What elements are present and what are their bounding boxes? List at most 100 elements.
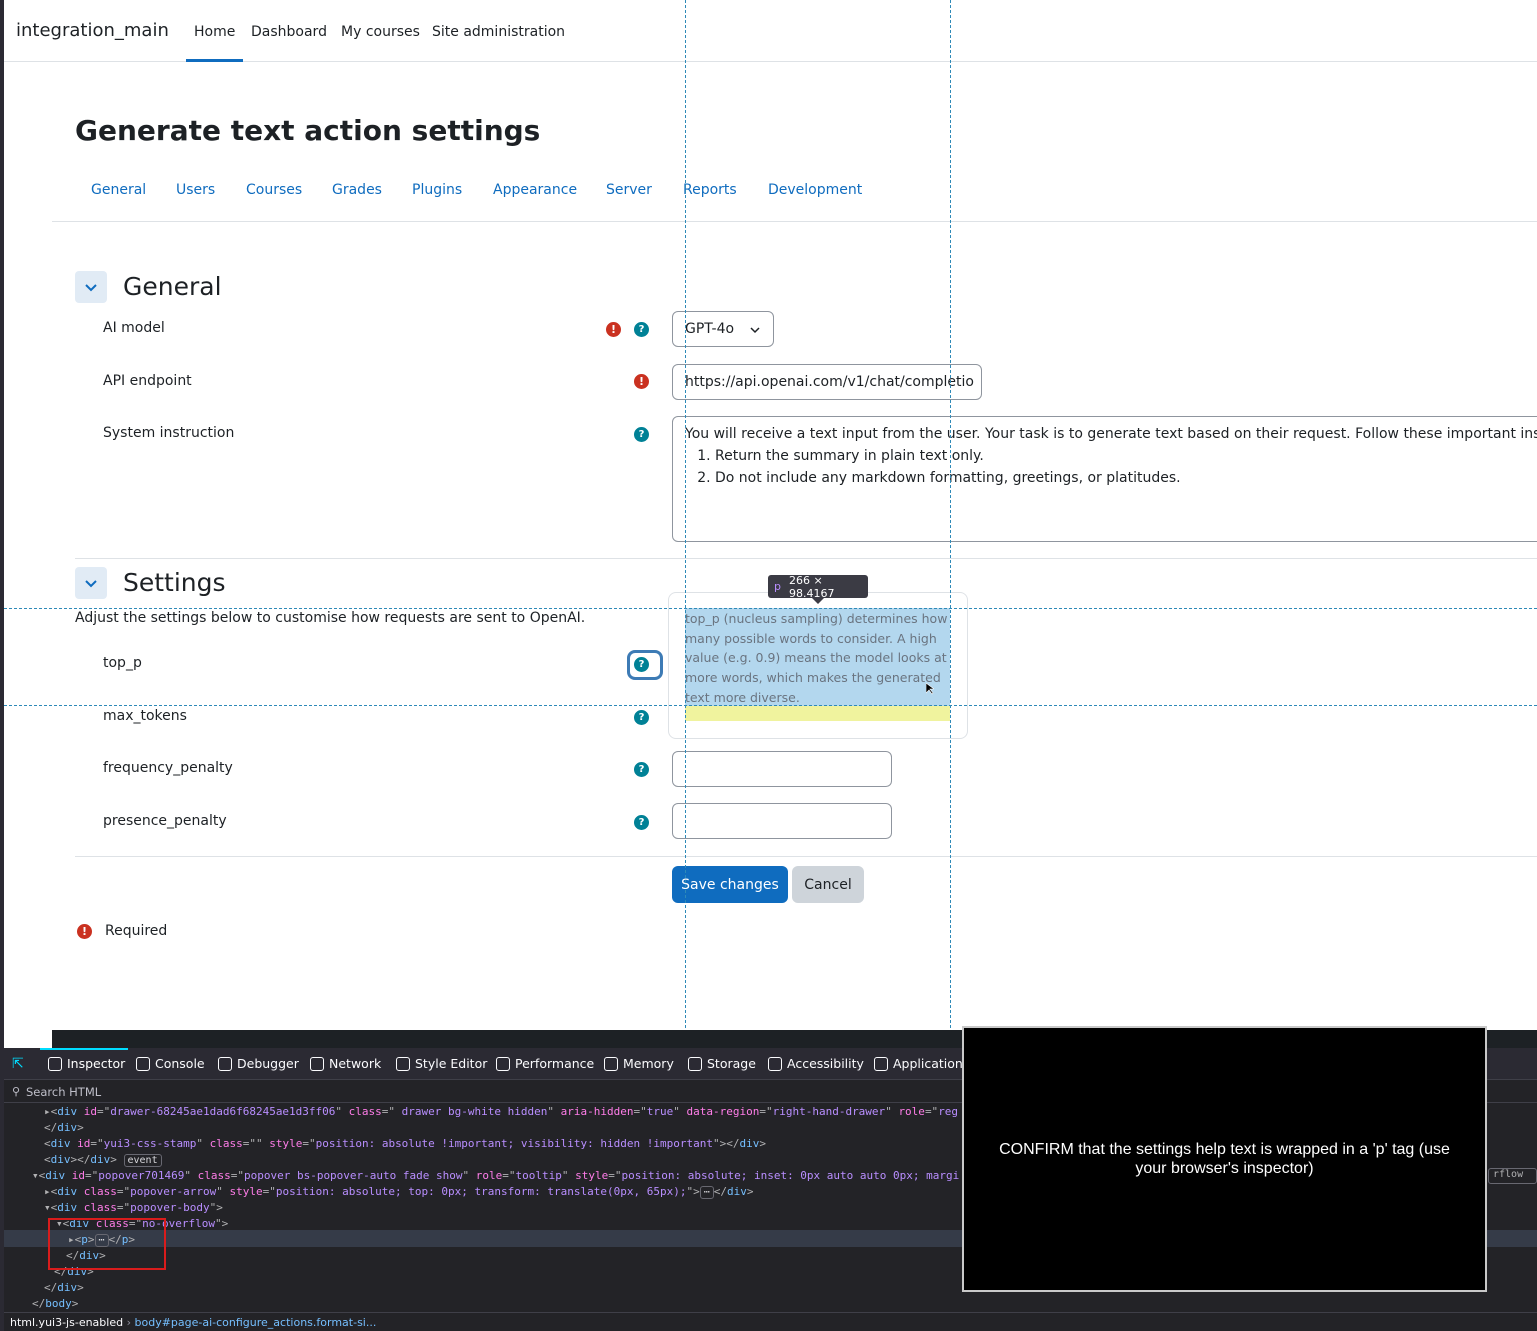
dom-node[interactable]: ▾<div id="popover701469" class="popover … [32,1169,959,1182]
nav-home[interactable]: Home [194,24,235,40]
admin-tabs: General Users Courses Grades Plugins App… [52,176,1537,222]
annotation-red-box [48,1218,166,1270]
devtools-tab-application[interactable]: Application [874,1056,963,1071]
api-endpoint-input[interactable]: https://api.openai.com/v1/chat/completio [672,364,982,400]
debugger-icon [218,1056,232,1071]
settings-collapse-toggle[interactable] [75,567,107,599]
task-instruction-overlay: CONFIRM that the settings help text is w… [962,1026,1487,1292]
help-icon[interactable]: ? [634,427,649,442]
tab-grades[interactable]: Grades [332,182,382,198]
presence-penalty-label: presence_penalty [103,813,227,829]
api-endpoint-label: API endpoint [103,373,192,389]
chevron-down-icon [85,580,97,588]
tab-label: Style Editor [415,1056,488,1071]
nav-site-administration[interactable]: Site administration [432,24,565,40]
devtools-tab-console[interactable]: Console [136,1056,205,1071]
tab-appearance[interactable]: Appearance [493,182,577,198]
popover-text-line: top_p (nucleus sampling) determines how [685,611,948,626]
dom-node[interactable]: <div id="yui3-css-stamp" class="" style=… [44,1137,766,1150]
inspector-guide-vertical [950,0,951,1048]
tab-label: Network [329,1056,382,1071]
devtools-tab-style-editor[interactable]: Style Editor [396,1056,487,1071]
popover-text-line: value (e.g. 0.9) means the model looks a… [685,650,947,666]
accessibility-icon [768,1056,782,1071]
element-picker-icon[interactable]: ⇱ [12,1056,28,1072]
devtools-tab-accessibility[interactable]: Accessibility [768,1056,864,1071]
top-navbar: integration_main Home Dashboard My cours… [4,0,1537,62]
chevron-down-icon [85,284,97,292]
breadcrumb-body[interactable]: body#page-ai-configure_actions.format-si… [135,1316,377,1329]
devtools-tab-storage[interactable]: Storage [688,1056,756,1071]
required-icon: ! [606,322,621,337]
general-collapse-toggle[interactable] [75,271,107,303]
dom-node[interactable]: ▸<div id="drawer-68245ae1dad6f68245ae1d3… [44,1105,958,1118]
site-brand[interactable]: integration_main [16,20,169,41]
popover-help-text: top_p (nucleus sampling) determines how … [685,609,950,708]
ai-model-value: GPT-4o [685,321,735,337]
tab-reports[interactable]: Reports [683,182,737,198]
cancel-button[interactable]: Cancel [792,866,864,903]
system-instruction-item: Do not include any markdown formatting, … [715,467,1537,489]
settings-description: Adjust the settings below to customise h… [75,610,586,626]
help-icon[interactable]: ? [634,762,649,777]
nav-my-courses[interactable]: My courses [341,24,420,40]
dom-node[interactable]: ▸<div class="popover-arrow" style="posit… [44,1185,753,1199]
performance-icon [496,1056,510,1071]
tooltip-arrow [812,598,824,604]
required-icon: ! [77,924,92,939]
dom-node[interactable]: </div> [44,1121,84,1134]
tab-plugins[interactable]: Plugins [412,182,462,198]
devtools-tab-inspector[interactable]: Inspector [48,1056,125,1071]
storage-icon [688,1056,702,1071]
tab-users[interactable]: Users [176,182,215,198]
help-icon[interactable]: ? [634,710,649,725]
help-icon[interactable]: ? [634,815,649,830]
devtools-tab-debugger[interactable]: Debugger [218,1056,299,1071]
popover-text-line: more words, which makes the generated [685,670,941,686]
popover-text-line: many possible words to consider. A high [685,630,937,646]
style-editor-icon [396,1056,410,1071]
tab-courses[interactable]: Courses [246,182,302,198]
save-changes-button[interactable]: Save changes [672,866,788,903]
top-p-label: top_p [103,655,142,671]
tab-server[interactable]: Server [606,182,652,198]
dom-node[interactable]: </body> [32,1297,78,1310]
tab-general[interactable]: General [91,182,146,198]
system-instruction-textarea[interactable]: You will receive a text input from the u… [672,416,1537,542]
settings-section-title: Settings [123,568,226,597]
tab-label: Inspector [67,1056,126,1071]
element-tag: p [774,580,781,593]
dom-node[interactable]: ▾<div class="popover-body"> [44,1201,223,1214]
ai-model-label: AI model [103,320,165,336]
frequency-penalty-input[interactable] [672,751,892,787]
frequency-penalty-label: frequency_penalty [103,760,233,776]
mouse-cursor-icon [926,683,934,695]
tab-label: Storage [707,1056,756,1071]
devtools-active-tab-indicator [40,1048,128,1050]
nav-dashboard[interactable]: Dashboard [251,24,327,40]
tab-label: Console [155,1056,205,1071]
presence-penalty-input[interactable] [672,803,892,839]
devtools-tab-memory[interactable]: Memory [604,1056,674,1071]
tab-label: Application [893,1056,963,1071]
tab-label: Debugger [237,1056,299,1071]
inspector-guide-horizontal [4,705,1537,706]
tab-development[interactable]: Development [768,182,862,198]
event-badge[interactable]: event [123,1154,162,1167]
breadcrumb-html[interactable]: html.yui3-js-enabled [10,1316,123,1329]
inspector-guide-horizontal [4,608,1537,609]
console-icon [136,1056,150,1071]
inspector-guide-vertical [685,0,686,1048]
ai-model-select[interactable]: GPT-4o [672,311,774,347]
application-icon [874,1056,888,1071]
dom-node[interactable]: <div></div> event [44,1153,162,1167]
devtools-tab-performance[interactable]: Performance [496,1056,594,1071]
dom-node[interactable]: </div> [44,1281,84,1294]
nav-active-indicator [186,59,243,62]
required-note: Required [105,923,168,939]
max-tokens-label: max_tokens [103,708,187,724]
chevron-down-icon [750,327,760,334]
help-icon[interactable]: ? [634,322,649,337]
help-icon[interactable]: ? [634,657,649,672]
devtools-tab-network[interactable]: Network [310,1056,381,1071]
